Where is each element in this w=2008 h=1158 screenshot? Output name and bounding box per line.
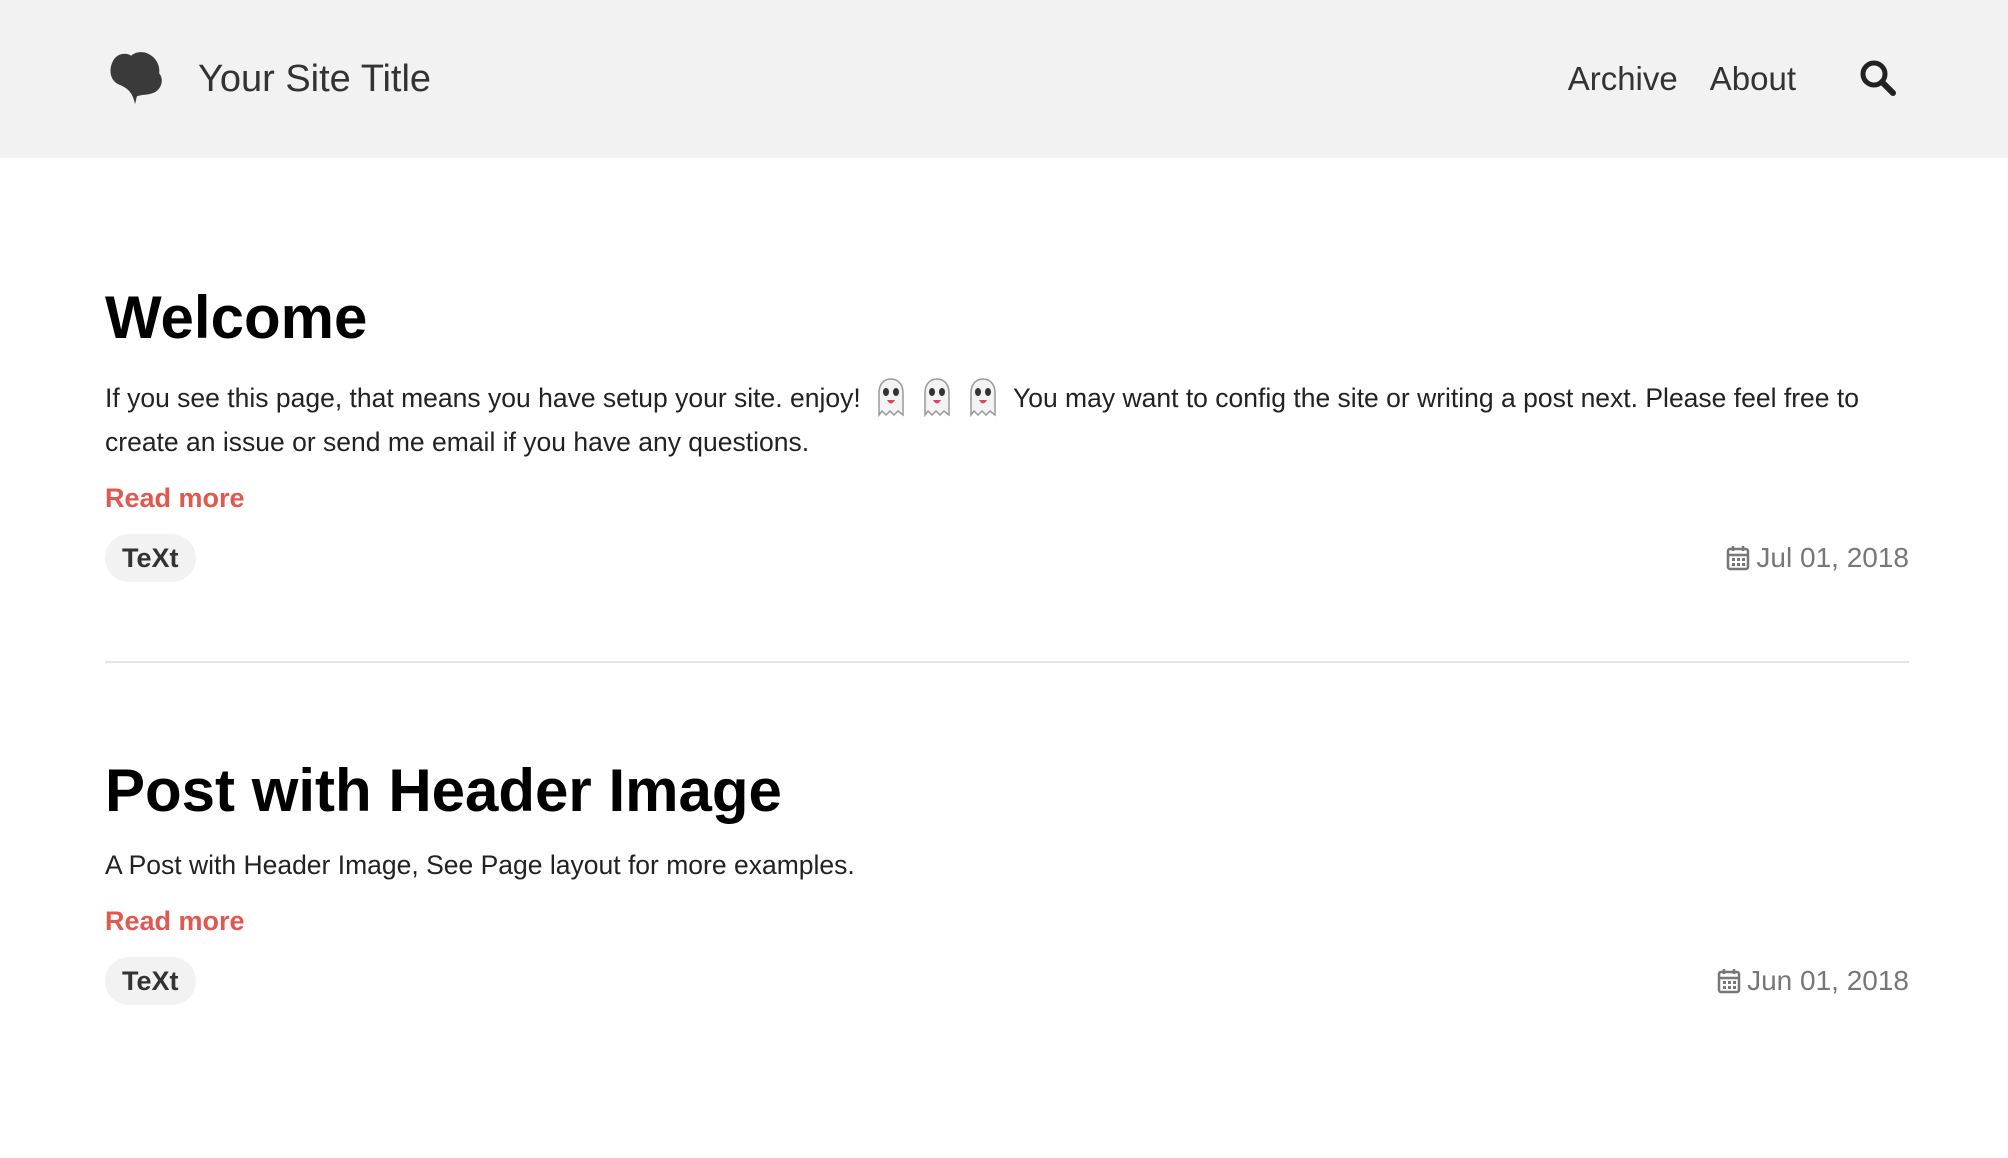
search-icon[interactable] [1858, 58, 1898, 98]
ginkgo-leaf-icon[interactable] [106, 50, 164, 108]
post-item: Post with Header Image A Post with Heade… [105, 755, 1909, 1005]
post-date: Jul 01, 2018 [1726, 534, 1909, 582]
post-excerpt: If you see this page, that means you hav… [105, 376, 1909, 464]
nav-about-link[interactable]: About [1710, 56, 1796, 102]
read-more-link[interactable]: Read more [105, 480, 245, 516]
main-nav: Archive About [1568, 56, 1796, 102]
post-meta: TeXt Jun 01, 2018 [105, 957, 1909, 1005]
post-tag[interactable]: TeXt [105, 957, 196, 1005]
post-title[interactable]: Welcome [105, 282, 1909, 354]
post-date: Jun 01, 2018 [1717, 957, 1909, 1005]
post-item: Welcome If you see this page, that means… [105, 282, 1909, 582]
post-tag[interactable]: TeXt [105, 534, 196, 582]
ghost-emoji-icon [970, 378, 996, 417]
post-excerpt: A Post with Header Image, See Page layou… [105, 850, 855, 880]
site-header: Your Site Title Archive About [0, 0, 2008, 158]
post-title[interactable]: Post with Header Image [105, 755, 1909, 827]
calendar-icon [1727, 546, 1750, 571]
excerpt-text: If you see this page, that means you hav… [105, 383, 861, 413]
ghost-emoji-group [868, 378, 1013, 417]
ghost-emoji-icon [924, 378, 950, 417]
read-more-link[interactable]: Read more [105, 903, 245, 939]
ghost-emoji-icon [878, 378, 904, 417]
post-divider [105, 661, 1909, 663]
nav-archive-link[interactable]: Archive [1568, 56, 1678, 102]
post-date-text: Jun 01, 2018 [1747, 965, 1909, 996]
calendar-icon [1717, 969, 1741, 994]
post-meta: TeXt Jul 01, 2018 [105, 534, 1909, 582]
site-title[interactable]: Your Site Title [198, 56, 431, 102]
post-date-text: Jul 01, 2018 [1756, 542, 1909, 573]
